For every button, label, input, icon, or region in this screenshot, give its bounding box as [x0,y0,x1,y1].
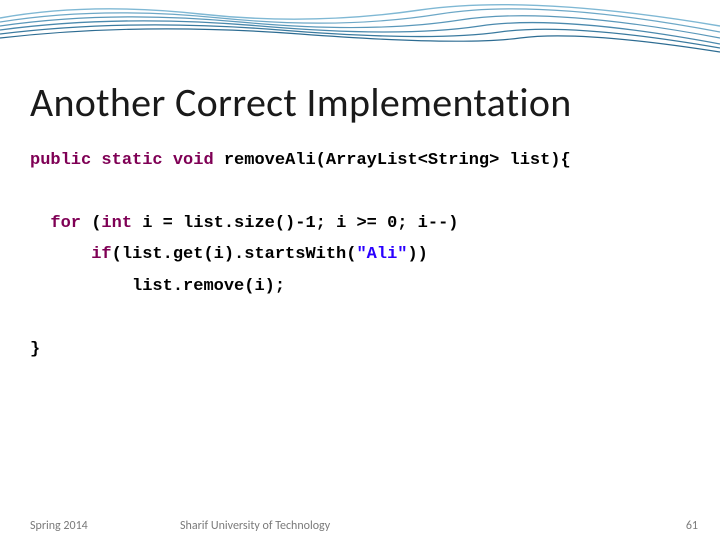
code-text [30,245,91,264]
slide-number: 61 [686,519,698,533]
slide-title: Another Correct Implementation [30,78,572,127]
code-text [30,277,132,296]
code-text: } [30,340,40,359]
code-text: )) [407,245,427,264]
code-block: public static void removeAli(ArrayList<S… [30,145,571,365]
code-text: i = list.size()-1; i >= 0; i--) [132,214,458,233]
wave-decoration [0,0,720,55]
code-text [30,214,50,233]
code-text [91,151,101,170]
code-string: "Ali" [356,245,407,264]
code-text: list.remove(i); [132,277,285,296]
code-keyword: if [91,245,111,264]
code-text: removeAli(ArrayList<String> list){ [214,151,571,170]
code-text: (list.get(i).startsWith( [112,245,357,264]
code-keyword: public [30,151,91,170]
footer-date: Spring 2014 [30,519,88,533]
code-text: ( [81,214,101,233]
footer-institution: Sharif University of Technology [180,519,330,533]
code-keyword: int [101,214,132,233]
code-text [163,151,173,170]
code-keyword: static [101,151,162,170]
code-keyword: void [173,151,214,170]
code-keyword: for [50,214,81,233]
